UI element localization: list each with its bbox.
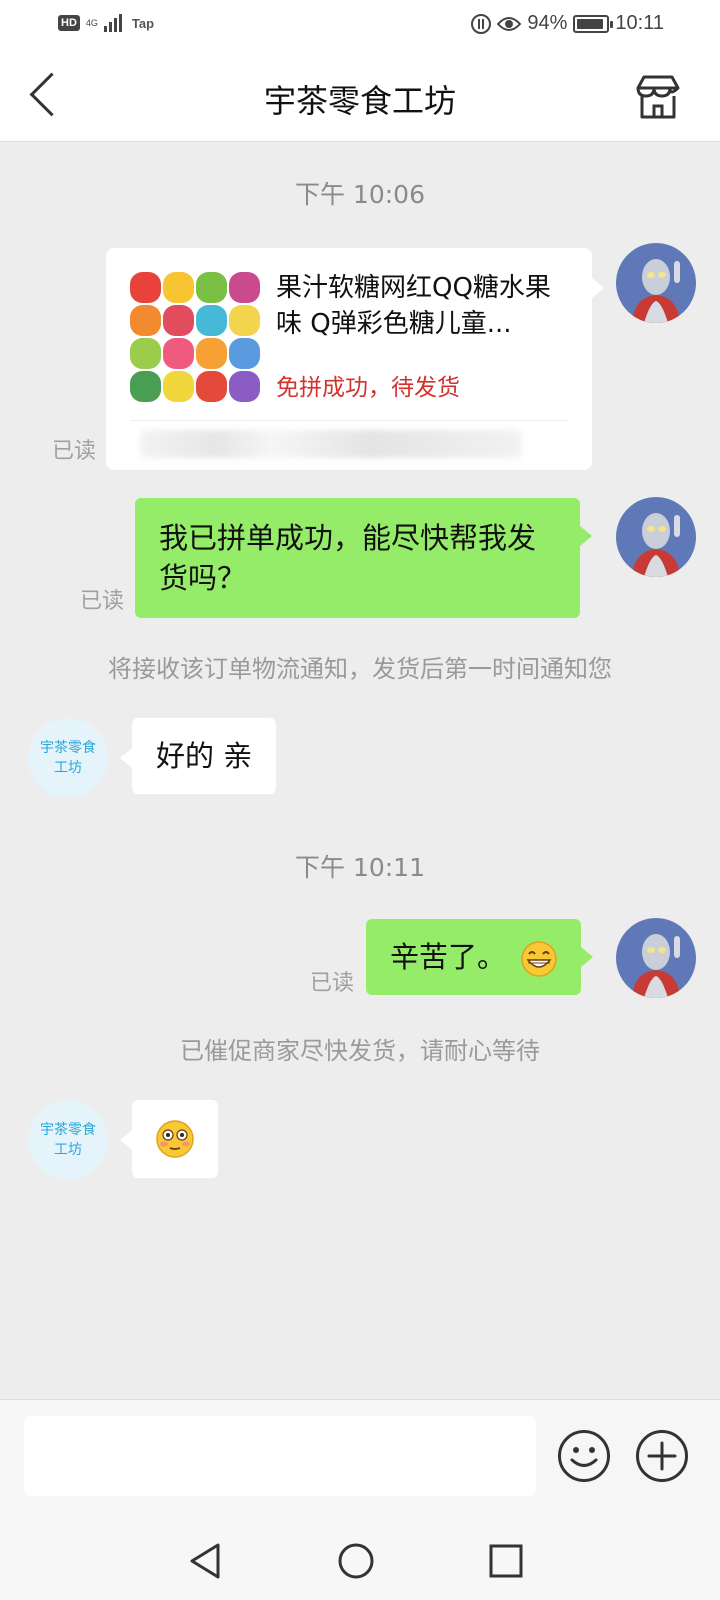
avatar-image [616,243,696,323]
user-avatar[interactable] [616,243,696,323]
avatar-image [616,918,696,998]
read-receipt: 已读 [52,439,97,464]
square-recents-icon [489,1544,523,1578]
storefront-icon [636,75,680,119]
plus-circle-icon [647,1441,677,1471]
divider [130,420,568,421]
emoji-button[interactable] [558,1430,610,1482]
user-avatar[interactable] [616,918,696,998]
battery-fill [577,18,604,29]
read-receipt: 已读 [310,971,355,996]
outgoing-message[interactable]: 辛苦了。 [366,919,594,995]
grinning-face-icon [521,941,557,977]
product-card[interactable]: 果汁软糖网红QQ糖水果味 Q弹彩色糖儿童... 免拼成功，待发货 [106,248,604,470]
input-bar [0,1399,720,1521]
order-status: 免拼成功，待发货 [276,375,460,401]
product-thumbnail [130,272,260,402]
blurred-content [140,430,522,458]
chat-area[interactable]: 下午 10:06 果汁软糖网红QQ糖水果味 Q弹彩色糖儿童... 免拼成功，待发… [0,143,720,1399]
page-title: 宇茶零食工坊 [263,82,456,120]
flushed-face-icon [156,1120,194,1158]
message-text: 辛苦了。 [390,940,507,974]
eye-comfort-icon [497,16,522,31]
carrier-label: Tap [131,15,155,31]
triangle-back-icon [190,1543,220,1579]
shop-avatar[interactable]: 宇茶零食工坊 [28,1100,108,1180]
timestamp: 下午 10:11 [295,853,425,882]
header: 宇茶零食工坊 [0,52,720,142]
hd-badge: HD [58,15,80,31]
store-button[interactable] [634,74,682,120]
battery-percent: 94% [527,12,568,34]
signal-icon [103,14,122,32]
system-back-button[interactable] [186,1541,226,1581]
system-notice: 将接收该订单物流通知，发货后第一时间通知您 [108,655,612,683]
timestamp: 下午 10:06 [295,180,425,209]
smiley-icon [570,1447,598,1467]
message-input[interactable] [24,1416,536,1496]
clock: 10:11 [615,12,664,34]
user-avatar[interactable] [616,497,696,577]
data-transfer-icon [471,13,492,34]
shop-avatar[interactable]: 宇茶零食工坊 [28,718,108,798]
system-home-button[interactable] [336,1541,376,1581]
status-right: 94% 10:11 [471,12,664,35]
system-recents-button[interactable] [486,1541,526,1581]
system-navigation [0,1521,720,1600]
status-bar: HD 4G Tap 94% 10:11 [0,0,720,52]
product-title: 果汁软糖网红QQ糖水果味 Q弹彩色糖儿童... [276,273,551,339]
read-receipt: 已读 [80,589,125,614]
network-type: 4G [85,17,98,28]
avatar-image [616,497,696,577]
circle-home-icon [338,1543,374,1579]
incoming-message[interactable]: 好的 亲 [119,718,277,794]
status-left: HD 4G Tap [58,14,154,32]
incoming-message[interactable] [120,1100,218,1178]
plus-button[interactable] [636,1430,688,1482]
outgoing-message[interactable]: 我已拼单成功，能尽快帮我发货吗？ [135,498,592,618]
system-notice: 已催促商家尽快发货，请耐心等待 [180,1037,540,1065]
battery-icon [573,14,614,33]
